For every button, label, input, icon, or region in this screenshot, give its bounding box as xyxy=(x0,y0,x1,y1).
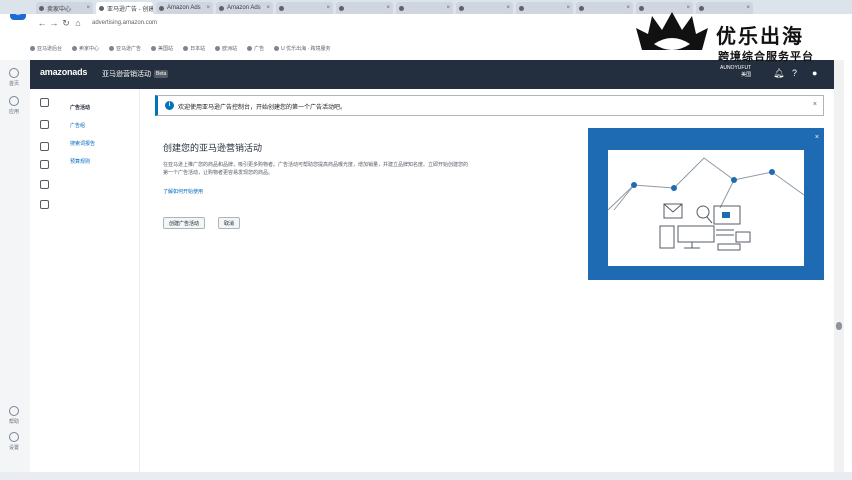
close-icon[interactable]: × xyxy=(86,5,90,11)
chart-icon[interactable] xyxy=(40,180,49,189)
image-icon[interactable] xyxy=(40,142,49,151)
tab-favicon-icon xyxy=(399,5,404,11)
close-icon[interactable]: × xyxy=(626,5,630,11)
shield-icon[interactable] xyxy=(40,160,49,169)
amazon-ads-logo[interactable]: amazonads xyxy=(40,67,87,77)
close-icon[interactable]: × xyxy=(446,5,450,11)
screen: ◉ 卖家中心× 亚马逊广告 - 创建× Amazon Ads× Amazon A… xyxy=(0,0,852,480)
gear-icon xyxy=(9,432,19,442)
browser-tab[interactable]: × xyxy=(456,2,513,14)
subnav-ad-groups[interactable]: 广告组 xyxy=(70,122,85,129)
learn-more-link[interactable]: 了解如何开始使用 xyxy=(163,188,203,195)
bookmark-item[interactable]: U 优乐出海 · 跨境服务 xyxy=(274,45,331,52)
bookmark-item[interactable]: 日本站 xyxy=(183,45,205,52)
url-field[interactable]: advertising.amazon.com xyxy=(92,20,157,26)
tab-favicon-icon xyxy=(99,5,104,11)
watermark: 优乐出海 跨境综合服务平台 xyxy=(632,10,842,63)
home-icon[interactable]: ⌂ xyxy=(72,18,84,28)
bookmark-icon xyxy=(30,45,35,51)
app-rail: 首页 应用 帮助 设置 xyxy=(0,60,30,480)
watermark-brand: 优乐出海 xyxy=(716,26,804,48)
tab-favicon-icon xyxy=(39,5,44,11)
bookmark-item[interactable]: 亚马逊广告 xyxy=(109,45,141,52)
browser-tab[interactable]: Amazon Ads × xyxy=(156,2,213,14)
bookmark-icon xyxy=(183,45,189,51)
browser-tab[interactable]: Amazon Ads × xyxy=(216,2,273,14)
browser-tab[interactable]: × xyxy=(396,2,453,14)
create-campaign-button[interactable]: 创建广告活动 xyxy=(163,217,206,229)
rail-item-settings[interactable]: 设置 xyxy=(7,432,21,451)
info-alert: i 欢迎使用亚马逊广告控制台，开始创建您的第一个广告活动吧。 × xyxy=(155,95,824,116)
bookmark-item[interactable]: 美国站 xyxy=(151,45,173,52)
home-icon xyxy=(9,68,19,78)
browser-tab[interactable]: 亚马逊广告 - 创建× xyxy=(96,2,153,14)
subnav-campaigns[interactable]: 广告活动 xyxy=(70,104,90,111)
page-description: 在亚马逊上推广您的商品和品牌，吸引更多购物者。广告活动可帮助您提高商品曝光度，增… xyxy=(163,162,469,176)
campaigns-icon[interactable] xyxy=(40,98,49,107)
copy-icon[interactable] xyxy=(40,200,49,209)
watermark-tagline: 跨境综合服务平台 xyxy=(718,51,814,63)
subnav-budget-rules[interactable]: 预算规则 xyxy=(70,158,90,165)
help-icon xyxy=(9,406,19,416)
tab-favicon-icon xyxy=(159,5,164,11)
beta-badge: Beta xyxy=(154,70,169,78)
help-icon[interactable]: ? xyxy=(792,68,797,78)
bookmark-item[interactable]: 亚马逊后台 xyxy=(30,45,62,52)
lion-logo-icon xyxy=(636,12,708,50)
campaign-subnav: 广告活动 广告组 搜索词报告 预算规则 xyxy=(30,89,140,480)
alert-message: 欢迎使用亚马逊广告控制台，开始创建您的第一个广告活动吧。 xyxy=(178,105,347,111)
tab-favicon-icon xyxy=(219,5,224,11)
bookmark-item[interactable]: 广告 xyxy=(247,45,264,52)
apps-icon xyxy=(9,96,19,106)
ads-console-title: 亚马逊营销活动 xyxy=(102,71,151,78)
page-title: 创建您的亚马逊营销活动 xyxy=(163,143,263,153)
tab-favicon-icon xyxy=(339,5,344,11)
rail-item-apps[interactable]: 应用 xyxy=(7,96,21,115)
browser-tab[interactable]: × xyxy=(276,2,333,14)
rail-item-home[interactable]: 首页 xyxy=(7,68,21,87)
account-switcher[interactable]: AUNOYUFUT 美国 xyxy=(720,65,751,78)
bookmark-icon xyxy=(72,45,78,51)
info-icon: i xyxy=(165,101,174,110)
bookmark-item[interactable]: 欧洲站 xyxy=(215,45,237,52)
share-icon[interactable] xyxy=(40,120,49,129)
bell-icon[interactable]: 🔔︎ xyxy=(773,68,784,79)
illustration-panel: × xyxy=(588,128,824,280)
cancel-button[interactable]: 取消 xyxy=(218,217,241,229)
bookmark-icon xyxy=(274,45,280,51)
taskbar xyxy=(0,472,852,480)
rail-item-help[interactable]: 帮助 xyxy=(7,406,21,425)
close-icon[interactable]: × xyxy=(566,5,570,11)
user-icon[interactable]: ● xyxy=(812,68,817,78)
page-scrollbar[interactable] xyxy=(834,60,844,480)
tab-favicon-icon xyxy=(519,5,524,11)
back-icon[interactable]: ← xyxy=(36,18,48,28)
bookmark-item[interactable]: 卖家中心 xyxy=(72,45,99,52)
close-icon[interactable]: × xyxy=(815,134,819,141)
network-illustration xyxy=(607,157,805,251)
ads-header: amazonads 亚马逊营销活动 Beta AUNOYUFUT 美国 🔔︎ ?… xyxy=(30,60,834,89)
close-icon[interactable]: × xyxy=(326,5,330,11)
browser-tab[interactable]: × xyxy=(576,2,633,14)
tab-favicon-icon xyxy=(579,5,584,11)
browser-tab[interactable]: × xyxy=(336,2,393,14)
bookmark-icon xyxy=(151,45,157,51)
forward-icon[interactable]: → xyxy=(48,18,60,28)
close-icon[interactable]: × xyxy=(386,5,390,11)
close-icon[interactable]: × xyxy=(506,5,510,11)
scrollbar-thumb[interactable] xyxy=(836,322,842,330)
browser-tab[interactable]: × xyxy=(516,2,573,14)
tab-favicon-icon xyxy=(279,5,284,11)
tab-favicon-icon xyxy=(459,5,464,11)
subnav-search-terms[interactable]: 搜索词报告 xyxy=(70,140,95,147)
close-icon[interactable]: × xyxy=(206,5,210,11)
reload-icon[interactable]: ↻ xyxy=(60,18,72,29)
bookmark-icon xyxy=(247,45,253,51)
close-icon[interactable]: × xyxy=(266,5,270,11)
close-icon[interactable]: × xyxy=(813,101,817,108)
bookmark-icon xyxy=(215,45,221,51)
illustration xyxy=(607,150,805,266)
bookmark-icon xyxy=(109,45,115,51)
browser-tab[interactable]: 卖家中心 × xyxy=(36,2,93,14)
